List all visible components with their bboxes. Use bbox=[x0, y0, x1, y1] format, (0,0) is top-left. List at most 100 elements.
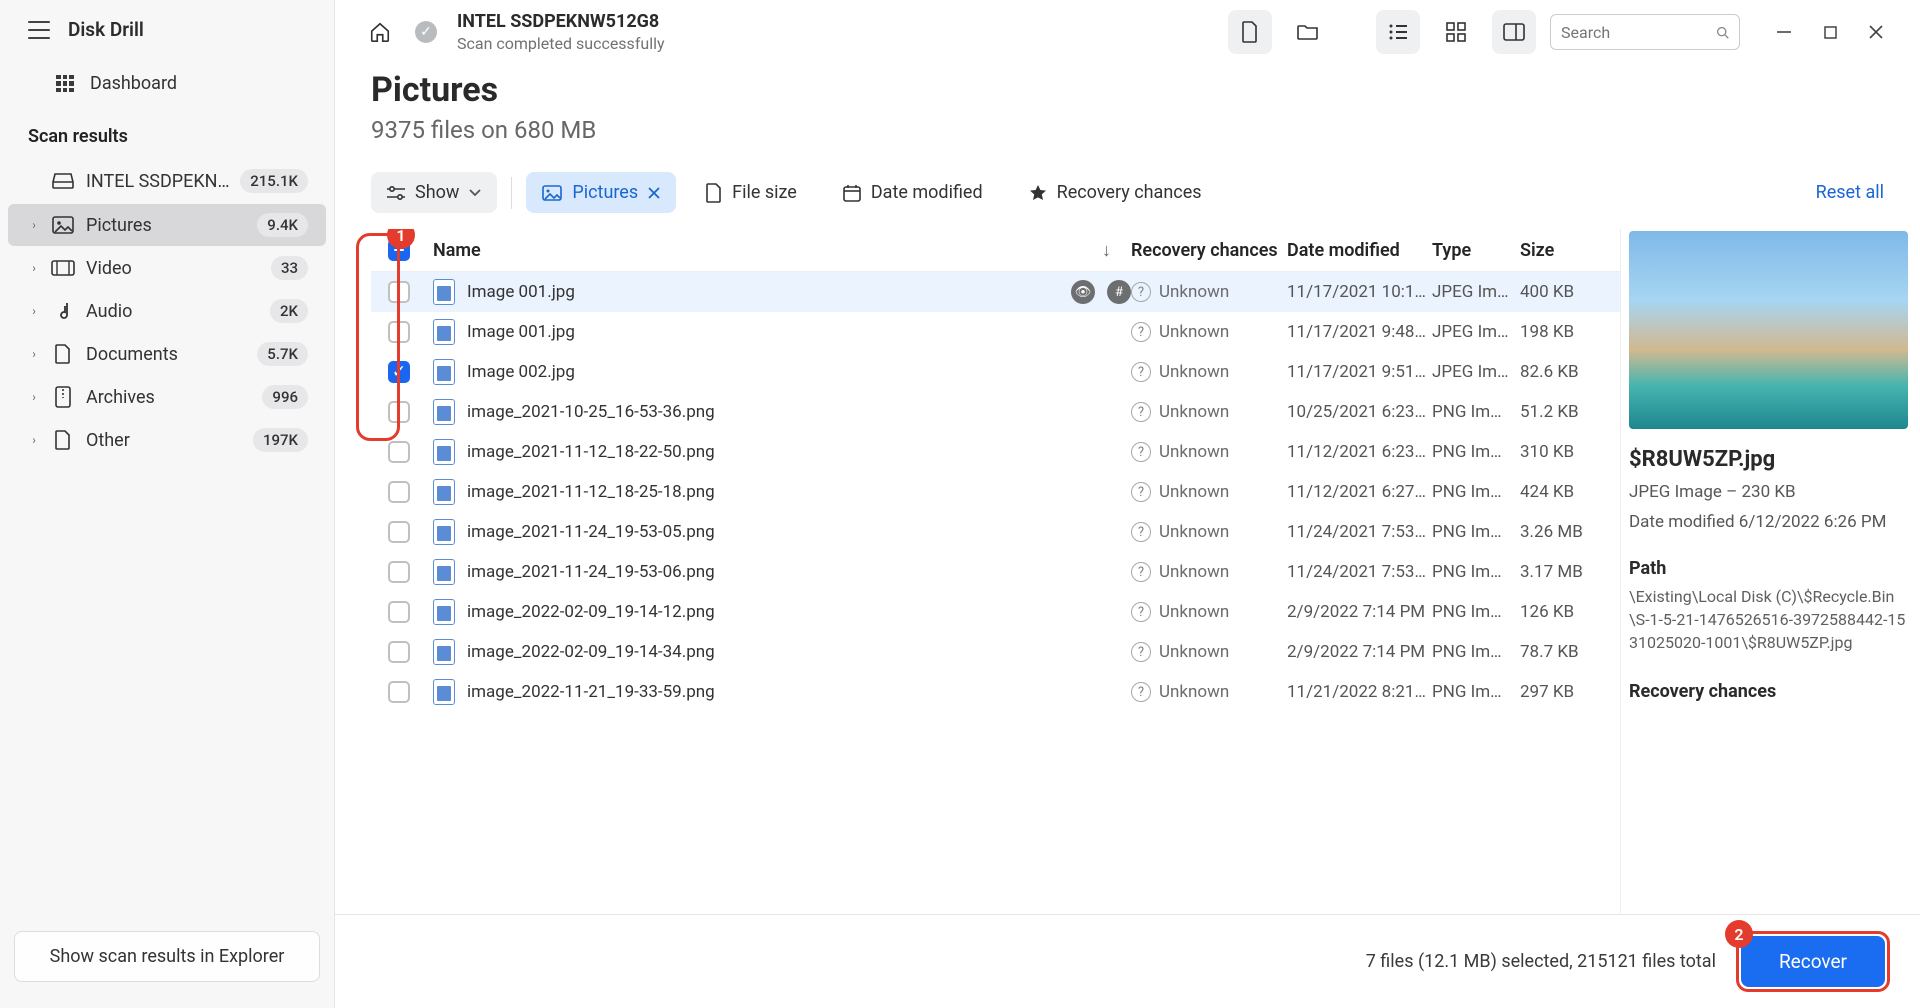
row-checkbox[interactable] bbox=[388, 521, 410, 543]
sidebar-item-documents[interactable]: › Documents 5.7K bbox=[8, 333, 326, 375]
sidebar-item-badge: 5.7K bbox=[257, 342, 308, 366]
archives-icon bbox=[50, 386, 76, 408]
search-field[interactable] bbox=[1561, 23, 1708, 42]
show-filter[interactable]: Show bbox=[371, 172, 497, 213]
drive-icon bbox=[50, 173, 76, 189]
audio-icon bbox=[50, 301, 76, 321]
type-value: PNG Im… bbox=[1432, 642, 1520, 662]
col-type[interactable]: Type bbox=[1432, 240, 1520, 261]
table-row[interactable]: image_2022-02-09_19-14-12.png ?Unknown 2… bbox=[371, 592, 1620, 632]
type-value: PNG Im… bbox=[1432, 442, 1520, 462]
row-checkbox[interactable] bbox=[388, 681, 410, 703]
hash-icon[interactable]: # bbox=[1107, 280, 1131, 304]
close-button[interactable] bbox=[1856, 12, 1896, 52]
date-value: 11/17/2021 9:48… bbox=[1287, 322, 1432, 342]
search-input[interactable] bbox=[1550, 14, 1740, 50]
filter-row: Show Pictures File size Date modified Re… bbox=[335, 148, 1920, 229]
row-checkbox[interactable] bbox=[388, 401, 410, 423]
file-type-icon bbox=[433, 399, 455, 425]
sort-arrow-icon[interactable]: ↓ bbox=[1102, 240, 1111, 261]
row-checkbox[interactable] bbox=[388, 321, 410, 343]
table-row[interactable]: image_2021-11-24_19-53-06.png ?Unknown 1… bbox=[371, 552, 1620, 592]
table-row[interactable]: image_2022-11-21_19-33-59.png ?Unknown 1… bbox=[371, 672, 1620, 712]
row-checkbox[interactable] bbox=[388, 601, 410, 623]
file-type-icon bbox=[433, 479, 455, 505]
recovery-value: Unknown bbox=[1159, 402, 1229, 422]
divider bbox=[511, 177, 512, 209]
row-checkbox[interactable] bbox=[388, 561, 410, 583]
topbar: ✓ INTEL SSDPEKNW512G8 Scan completed suc… bbox=[335, 0, 1920, 60]
recover-button[interactable]: Recover bbox=[1741, 936, 1885, 987]
col-recovery[interactable]: Recovery chances bbox=[1131, 240, 1287, 261]
table-row[interactable]: Image 001.jpg ?Unknown 11/17/2021 9:48… … bbox=[371, 312, 1620, 352]
close-icon[interactable] bbox=[648, 187, 660, 199]
annotation-box-2: 2 Recover bbox=[1736, 931, 1890, 992]
col-date[interactable]: Date modified bbox=[1287, 240, 1432, 261]
device-title: INTEL SSDPEKNW512G8 bbox=[457, 11, 1214, 32]
file-name: image_2021-11-12_18-25-18.png bbox=[467, 482, 1131, 502]
table-row[interactable]: image_2021-11-12_18-22-50.png ?Unknown 1… bbox=[371, 432, 1620, 472]
folder-icon[interactable] bbox=[1286, 10, 1330, 54]
table-row[interactable]: image_2022-02-09_19-14-34.png ?Unknown 2… bbox=[371, 632, 1620, 672]
table-row[interactable]: Image 001.jpg 👁# ?Unknown 11/17/2021 10:… bbox=[371, 272, 1620, 312]
file-name: image_2021-11-12_18-22-50.png bbox=[467, 442, 1131, 462]
menu-icon[interactable] bbox=[28, 21, 50, 39]
file-name: Image 001.jpg bbox=[467, 282, 1059, 302]
dashboard-icon bbox=[56, 75, 74, 93]
type-value: JPEG Im… bbox=[1432, 282, 1520, 302]
row-checkbox[interactable] bbox=[388, 641, 410, 663]
status-check-icon: ✓ bbox=[415, 21, 437, 43]
sidebar-dashboard[interactable]: Dashboard bbox=[0, 59, 334, 108]
grid-view-icon[interactable] bbox=[1434, 10, 1478, 54]
file-icon[interactable] bbox=[1228, 10, 1272, 54]
type-value: PNG Im… bbox=[1432, 562, 1520, 582]
question-icon: ? bbox=[1131, 562, 1151, 582]
sidebar-item-pictures[interactable]: › Pictures 9.4K bbox=[8, 204, 326, 246]
sidebar-item-badge: 996 bbox=[262, 385, 308, 409]
table-row[interactable]: image_2021-10-25_16-53-36.png ?Unknown 1… bbox=[371, 392, 1620, 432]
reset-all-link[interactable]: Reset all bbox=[1816, 182, 1884, 203]
row-checkbox[interactable] bbox=[388, 481, 410, 503]
row-checkbox[interactable] bbox=[388, 281, 410, 303]
size-value: 198 KB bbox=[1520, 322, 1620, 342]
maximize-button[interactable] bbox=[1810, 12, 1850, 52]
table-row[interactable]: image_2021-11-12_18-25-18.png ?Unknown 1… bbox=[371, 472, 1620, 512]
filter-filesize[interactable]: File size bbox=[690, 172, 813, 213]
table-row[interactable]: ✓ Image 002.jpg ?Unknown 11/17/2021 9:51… bbox=[371, 352, 1620, 392]
sidebar-item-other[interactable]: › Other 197K bbox=[8, 419, 326, 461]
question-icon: ? bbox=[1131, 442, 1151, 462]
table-row[interactable]: image_2021-11-24_19-53-05.png ?Unknown 1… bbox=[371, 512, 1620, 552]
file-type-icon bbox=[433, 639, 455, 665]
file-type-icon bbox=[433, 319, 455, 345]
search-icon bbox=[1716, 25, 1729, 40]
sidebar-item-video[interactable]: › Video 33 bbox=[8, 247, 326, 289]
question-icon: ? bbox=[1131, 642, 1151, 662]
sidebar-drive[interactable]: INTEL SSDPEKNW512… 215.1K bbox=[8, 160, 326, 202]
sidebar-item-label: Pictures bbox=[86, 215, 247, 236]
show-in-explorer-button[interactable]: Show scan results in Explorer bbox=[14, 931, 320, 982]
filter-pictures[interactable]: Pictures bbox=[526, 172, 676, 213]
sidebar-item-label: Video bbox=[86, 258, 261, 279]
recovery-value: Unknown bbox=[1159, 322, 1229, 342]
row-checkbox[interactable] bbox=[388, 441, 410, 463]
minimize-button[interactable] bbox=[1764, 12, 1804, 52]
filter-chances[interactable]: Recovery chances bbox=[1013, 172, 1218, 213]
recovery-value: Unknown bbox=[1159, 682, 1229, 702]
preview-panel: $R8UW5ZP.jpg JPEG Image – 230 KB Date mo… bbox=[1620, 229, 1920, 914]
recovery-value: Unknown bbox=[1159, 362, 1229, 382]
home-icon[interactable] bbox=[359, 11, 401, 53]
row-checkbox[interactable]: ✓ bbox=[388, 361, 410, 383]
col-size[interactable]: Size bbox=[1520, 240, 1620, 261]
date-value: 11/12/2021 6:23… bbox=[1287, 442, 1432, 462]
panel-view-icon[interactable] bbox=[1492, 10, 1536, 54]
filter-date[interactable]: Date modified bbox=[827, 172, 999, 213]
chevron-right-icon: › bbox=[28, 261, 40, 275]
date-value: 2/9/2022 7:14 PM bbox=[1287, 642, 1432, 662]
size-value: 310 KB bbox=[1520, 442, 1620, 462]
col-name[interactable]: Name bbox=[433, 240, 481, 261]
chevron-right-icon: › bbox=[28, 304, 40, 318]
sidebar-item-archives[interactable]: › Archives 996 bbox=[8, 376, 326, 418]
eye-icon[interactable]: 👁 bbox=[1071, 280, 1095, 304]
list-view-icon[interactable] bbox=[1376, 10, 1420, 54]
sidebar-item-audio[interactable]: › Audio 2K bbox=[8, 290, 326, 332]
